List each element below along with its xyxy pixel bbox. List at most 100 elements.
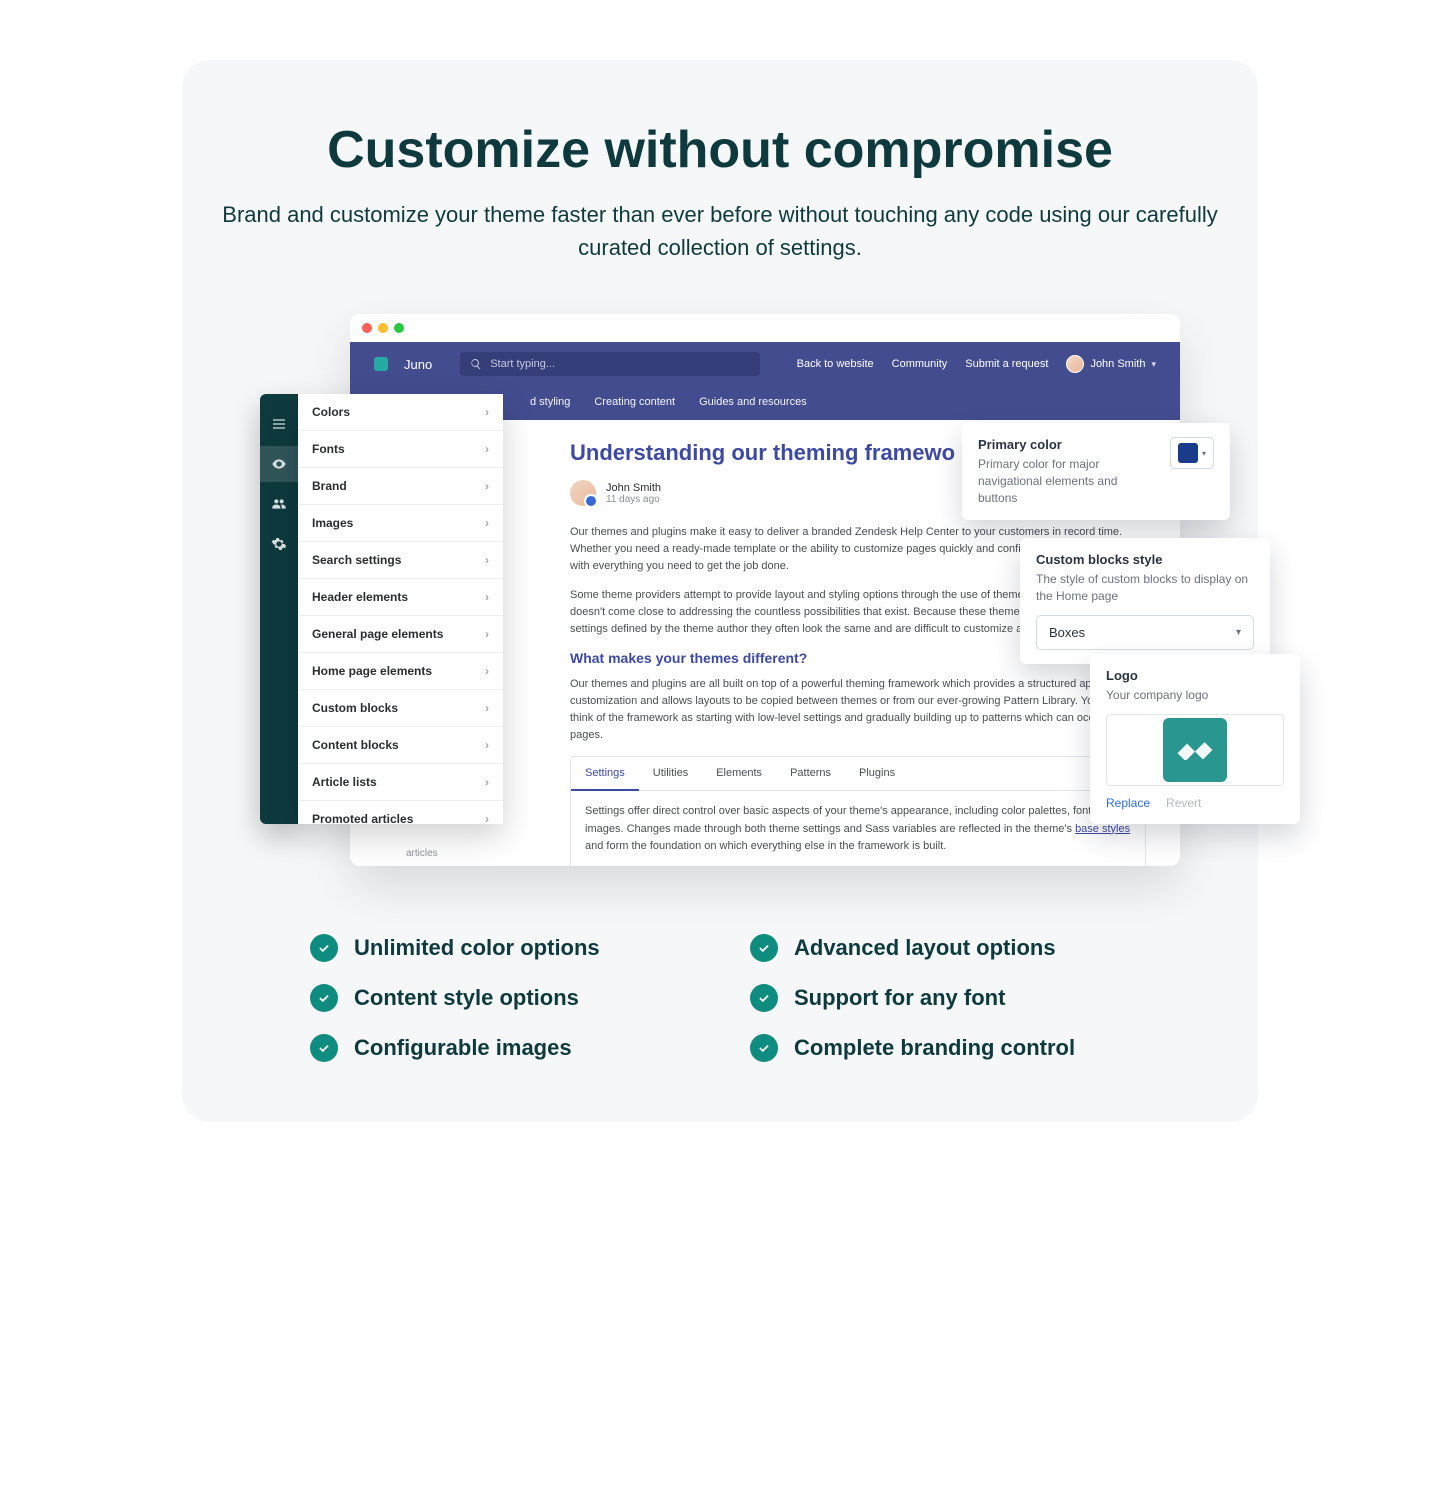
tab-list: Settings Utilities Elements Patterns Plu… bbox=[571, 757, 1145, 791]
settings-row-label: Article lists bbox=[312, 775, 377, 789]
tab-content: Settings offer direct control over basic… bbox=[571, 791, 1145, 866]
tab-settings[interactable]: Settings bbox=[571, 757, 639, 791]
author-name: John Smith bbox=[606, 482, 661, 494]
link-submit-request[interactable]: Submit a request bbox=[965, 358, 1048, 370]
card-title: Custom blocks style bbox=[1036, 552, 1254, 567]
settings-row-article-lists[interactable]: Article lists › bbox=[298, 764, 503, 801]
tab-utilities[interactable]: Utilities bbox=[639, 757, 702, 790]
framework-tabbox: Settings Utilities Elements Patterns Plu… bbox=[570, 756, 1146, 866]
feature-item: Advanced layout options bbox=[750, 934, 1130, 962]
tab-elements[interactable]: Elements bbox=[702, 757, 776, 790]
link-base-styles[interactable]: base styles bbox=[1075, 823, 1130, 835]
search-icon bbox=[470, 358, 482, 370]
features-grid: Unlimited color options Advanced layout … bbox=[310, 934, 1130, 1062]
search-placeholder: Start typing... bbox=[490, 358, 555, 370]
card-primary-color: Primary color Primary color for major na… bbox=[962, 423, 1230, 520]
settings-row-promoted[interactable]: Promoted articles› bbox=[298, 801, 503, 824]
brand-logo-icon bbox=[374, 357, 388, 371]
users-icon bbox=[271, 496, 287, 512]
menu-icon bbox=[271, 416, 287, 432]
rail-menu-button[interactable] bbox=[260, 406, 298, 442]
checkmark-icon bbox=[750, 934, 778, 962]
checkmark-icon bbox=[750, 984, 778, 1012]
tab-text-a: Settings offer direct control over basic… bbox=[585, 805, 1118, 834]
chevron-right-icon: › bbox=[485, 775, 489, 789]
revert-button[interactable]: Revert bbox=[1166, 796, 1201, 810]
chevron-right-icon: › bbox=[485, 553, 489, 567]
tab-plugins[interactable]: Plugins bbox=[845, 757, 909, 790]
settings-row-custom-blocks[interactable]: Custom blocks› bbox=[298, 690, 503, 727]
settings-row-search[interactable]: Search settings › bbox=[298, 542, 503, 579]
feature-label: Configurable images bbox=[354, 1035, 572, 1061]
settings-row-label: Search settings bbox=[312, 553, 401, 567]
window-minimize-dot[interactable] bbox=[378, 323, 388, 333]
settings-row-label: Colors bbox=[312, 405, 350, 419]
window-zoom-dot[interactable] bbox=[394, 323, 404, 333]
settings-row-colors[interactable]: Colors › bbox=[298, 394, 503, 431]
card-description: The style of custom blocks to display on… bbox=[1036, 571, 1254, 605]
nav-item-creating-content[interactable]: Creating content bbox=[594, 396, 675, 408]
chevron-right-icon: › bbox=[485, 738, 489, 752]
settings-row-content-blocks[interactable]: Content blocks› bbox=[298, 727, 503, 764]
chevron-right-icon: › bbox=[485, 405, 489, 419]
settings-row-home-page[interactable]: Home page elements› bbox=[298, 653, 503, 690]
replace-button[interactable]: Replace bbox=[1106, 796, 1150, 810]
chevron-right-icon: › bbox=[485, 664, 489, 678]
chevron-down-icon: ▾ bbox=[1202, 449, 1206, 458]
link-back-to-website[interactable]: Back to website bbox=[797, 358, 874, 370]
marketing-section: Customize without compromise Brand and c… bbox=[182, 60, 1258, 1122]
site-top-bar: Juno Start typing... Back to website Com… bbox=[350, 342, 1180, 386]
admin-icon-rail bbox=[260, 394, 298, 824]
logo-actions: Replace Revert bbox=[1106, 796, 1284, 810]
tab-patterns[interactable]: Patterns bbox=[776, 757, 845, 790]
chevron-right-icon: › bbox=[485, 479, 489, 493]
tab-text-b: and form the foundation on which everyth… bbox=[585, 840, 946, 852]
article-paragraph: Our themes and plugins are all built on … bbox=[570, 676, 1146, 744]
color-picker[interactable]: ▾ bbox=[1170, 437, 1214, 469]
gear-icon bbox=[271, 536, 287, 552]
settings-row-label: Brand bbox=[312, 479, 347, 493]
settings-row-label: Fonts bbox=[312, 442, 345, 456]
user-menu[interactable]: John Smith ▾ bbox=[1066, 355, 1156, 373]
checkmark-icon bbox=[310, 1034, 338, 1062]
nav-item-guides[interactable]: Guides and resources bbox=[699, 396, 807, 408]
color-swatch bbox=[1178, 443, 1198, 463]
nav-item-styling[interactable]: d styling bbox=[530, 396, 570, 408]
window-close-dot[interactable] bbox=[362, 323, 372, 333]
browser-chrome bbox=[350, 314, 1180, 342]
hero-title: Customize without compromise bbox=[222, 120, 1218, 180]
card-title: Primary color bbox=[978, 437, 1158, 452]
feature-item: Unlimited color options bbox=[310, 934, 690, 962]
settings-row-images[interactable]: Images› bbox=[298, 505, 503, 542]
card-title: Logo bbox=[1106, 668, 1284, 683]
link-community[interactable]: Community bbox=[892, 358, 948, 370]
logo-preview bbox=[1106, 714, 1284, 786]
author-avatar-icon bbox=[570, 480, 596, 506]
rail-settings-button[interactable] bbox=[260, 526, 298, 562]
settings-row-label: Header elements bbox=[312, 590, 408, 604]
feature-item: Configurable images bbox=[310, 1034, 690, 1062]
rail-preview-button[interactable] bbox=[260, 446, 298, 482]
settings-row-header-elements[interactable]: Header elements › bbox=[298, 579, 503, 616]
logo-mark-icon bbox=[1176, 740, 1214, 760]
user-name: John Smith bbox=[1090, 358, 1145, 370]
settings-row-label: Custom blocks bbox=[312, 701, 398, 715]
rail-users-button[interactable] bbox=[260, 486, 298, 522]
settings-row-brand[interactable]: Brand › bbox=[298, 468, 503, 505]
settings-row-fonts[interactable]: Fonts› bbox=[298, 431, 503, 468]
search-input[interactable]: Start typing... bbox=[460, 352, 760, 376]
chevron-right-icon: › bbox=[485, 516, 489, 530]
blocks-style-select[interactable]: Boxes ▾ bbox=[1036, 615, 1254, 650]
hero-subtitle: Brand and customize your theme faster th… bbox=[222, 198, 1218, 264]
feature-label: Content style options bbox=[354, 985, 579, 1011]
select-value: Boxes bbox=[1049, 625, 1085, 640]
company-logo-icon bbox=[1163, 718, 1227, 782]
card-logo: Logo Your company logo Replace Revert bbox=[1090, 654, 1300, 824]
card-description: Your company logo bbox=[1106, 687, 1284, 704]
screenshot-stage: Juno Start typing... Back to website Com… bbox=[260, 314, 1180, 874]
chevron-right-icon: › bbox=[485, 590, 489, 604]
settings-row-general-page[interactable]: General page elements› bbox=[298, 616, 503, 653]
article-timestamp: 11 days ago bbox=[606, 494, 661, 505]
brand-name[interactable]: Juno bbox=[404, 357, 432, 372]
eye-icon bbox=[271, 456, 287, 472]
